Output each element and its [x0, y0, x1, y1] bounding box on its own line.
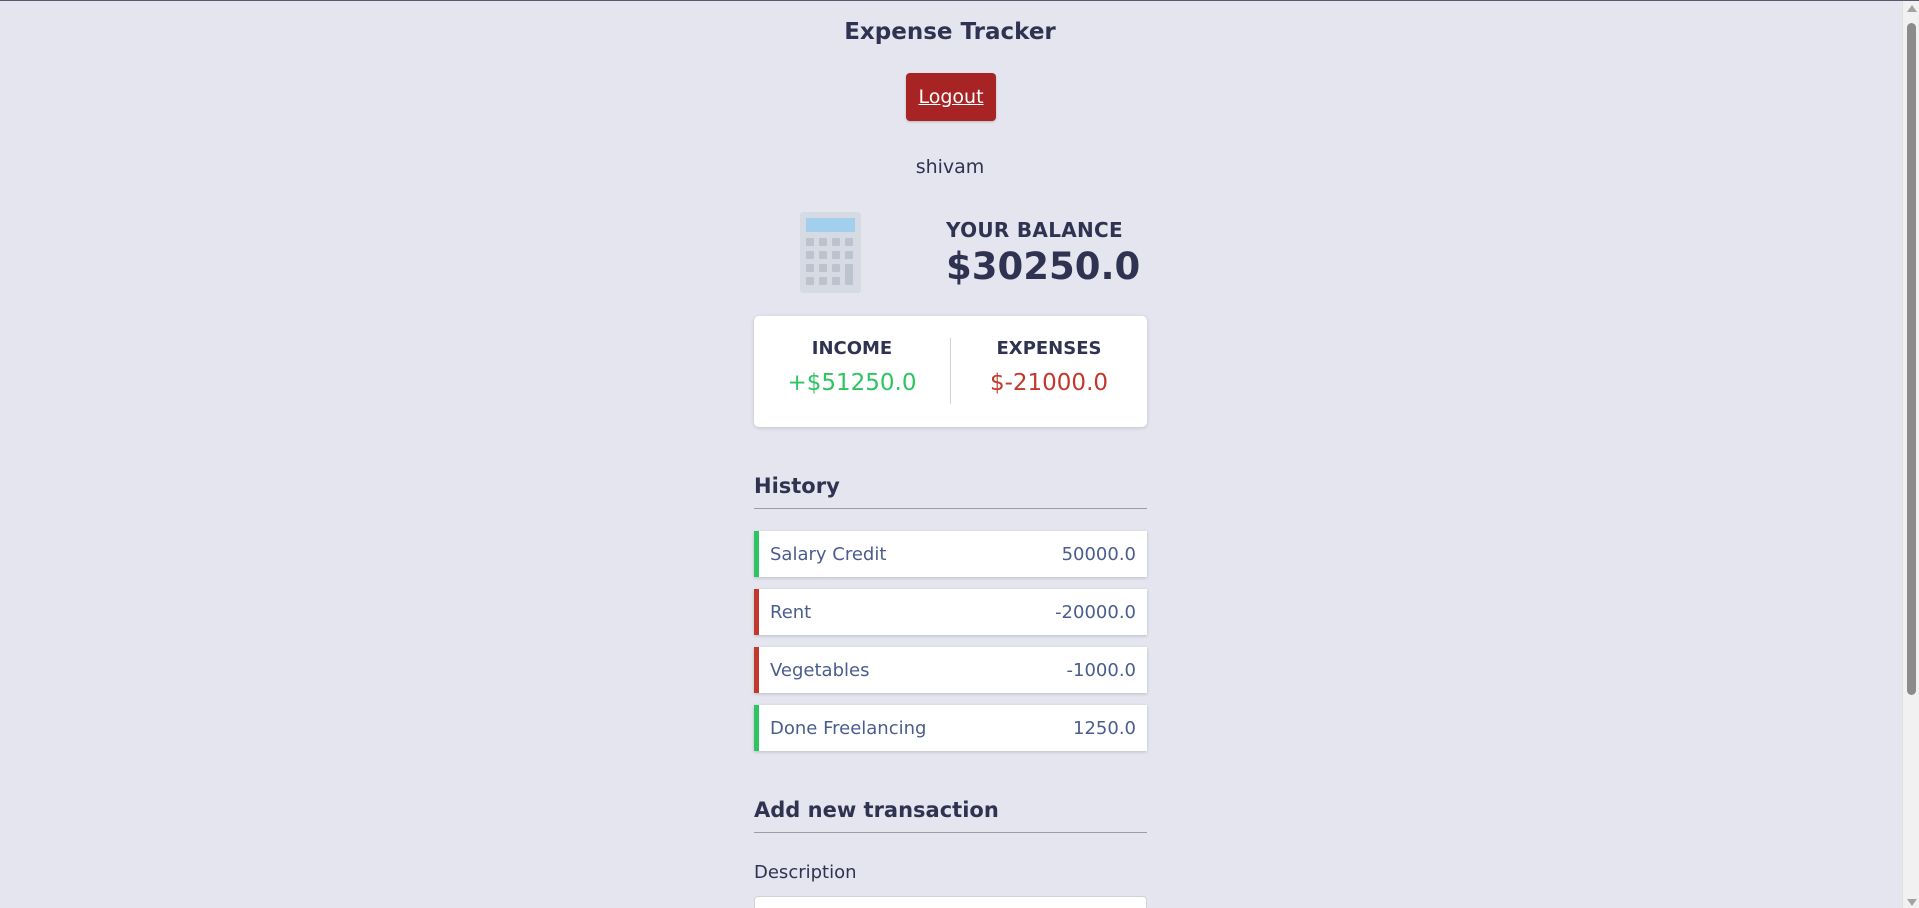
logout-button[interactable]: Logout	[906, 73, 996, 121]
history-item-amount: 50000.0	[1061, 543, 1136, 565]
add-transaction-heading: Add new transaction	[754, 798, 1147, 833]
history-item-description: Vegetables	[770, 659, 870, 681]
history-item-amount: 1250.0	[1073, 717, 1136, 739]
scroll-thumb[interactable]	[1907, 23, 1916, 695]
scroll-down-arrow-icon[interactable]	[1907, 899, 1917, 906]
app-title: Expense Tracker	[844, 19, 1056, 45]
history-item[interactable]: Done Freelancing 1250.0	[754, 705, 1147, 751]
income-summary: INCOME +$51250.0	[754, 338, 950, 396]
income-label: INCOME	[811, 338, 893, 359]
history-heading: History	[754, 474, 1147, 509]
scroll-up-arrow-icon[interactable]	[1907, 5, 1917, 12]
balance-value: $30250.0	[946, 245, 1141, 288]
expense-value: $-21000.0	[989, 370, 1109, 396]
history-item-description: Done Freelancing	[770, 717, 927, 739]
username: shivam	[915, 156, 985, 178]
expense-label: EXPENSES	[996, 338, 1102, 359]
history-item[interactable]: Salary Credit 50000.0	[754, 531, 1147, 577]
history-item-description: Salary Credit	[770, 543, 887, 565]
expense-summary: EXPENSES $-21000.0	[951, 338, 1147, 396]
vertical-scrollbar[interactable]	[1902, 1, 1919, 908]
history-item[interactable]: Vegetables -1000.0	[754, 647, 1147, 693]
history-item-amount: -1000.0	[1066, 659, 1136, 681]
income-value: +$51250.0	[787, 370, 917, 396]
calculator-screen	[806, 218, 855, 232]
history-item-amount: -20000.0	[1055, 601, 1136, 623]
balance-label: YOUR BALANCE	[946, 218, 1123, 242]
history-item[interactable]: Rent -20000.0	[754, 589, 1147, 635]
history-list: Salary Credit 50000.0 Rent -20000.0 Vege…	[754, 531, 1147, 763]
history-item-description: Rent	[770, 601, 812, 623]
calculator-icon	[800, 212, 861, 293]
income-expense-card: INCOME +$51250.0 EXPENSES $-21000.0	[754, 316, 1147, 427]
description-label: Description	[754, 862, 857, 883]
description-input[interactable]	[754, 896, 1147, 908]
page: Expense Tracker Logout shivam YOUR BALAN…	[0, 0, 1919, 908]
